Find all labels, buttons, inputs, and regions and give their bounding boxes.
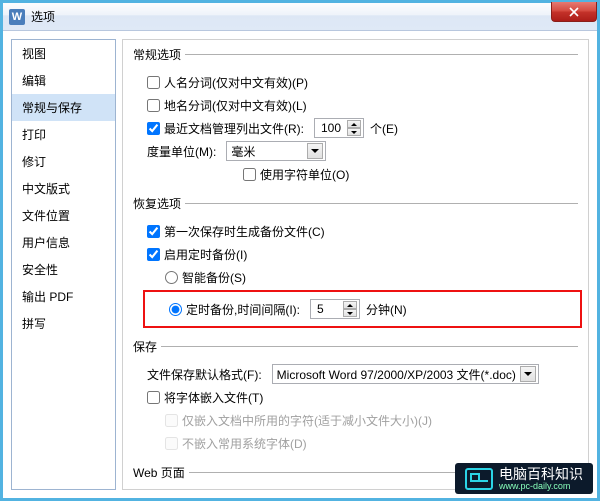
watermark-title: 电脑百科知识	[499, 467, 583, 482]
default-format-value: Microsoft Word 97/2000/XP/2003 文件(*.doc)	[277, 366, 516, 383]
client-area: 视图 编辑 常规与保存 打印 修订 中文版式 文件位置 用户信息 安全性 输出 …	[3, 31, 597, 498]
close-icon	[569, 7, 579, 17]
recent-docs-value: 100	[319, 121, 341, 135]
group-recovery-legend: 恢复选项	[133, 195, 185, 212]
monitor-icon	[465, 468, 493, 490]
unit-combo[interactable]: 毫米	[226, 141, 326, 161]
place-split-checkbox[interactable]	[147, 99, 160, 112]
spin-down-icon[interactable]	[343, 309, 357, 317]
only-used-fonts-label: 仅嵌入文档中所用的字符(适于减小文件大小)(J)	[182, 412, 432, 429]
place-split-label: 地名分词(仅对中文有效)(L)	[164, 97, 307, 114]
enable-timed-backup-label: 启用定时备份(I)	[164, 246, 247, 263]
name-split-checkbox[interactable]	[147, 76, 160, 89]
timed-interval-spinner[interactable]: 5	[310, 299, 360, 319]
spin-down-icon[interactable]	[347, 128, 361, 136]
watermark: 电脑百科知识 www.pc-daily.com	[455, 463, 593, 494]
chevron-down-icon[interactable]	[520, 366, 536, 382]
close-button[interactable]	[551, 2, 597, 22]
sidebar-item-general-save[interactable]: 常规与保存	[12, 94, 115, 121]
highlight-box: 定时备份,时间间隔(I): 5 分钟(N)	[143, 290, 582, 328]
spin-up-icon[interactable]	[343, 301, 357, 309]
window-title: 选项	[31, 8, 55, 25]
embed-fonts-checkbox[interactable]	[147, 391, 160, 404]
sidebar-item-file-location[interactable]: 文件位置	[12, 202, 115, 229]
default-format-combo[interactable]: Microsoft Word 97/2000/XP/2003 文件(*.doc)	[272, 364, 539, 384]
recent-docs-unit: 个(E)	[370, 120, 398, 137]
recent-docs-label: 最近文档管理列出文件(R):	[164, 120, 304, 137]
titlebar: W 选项	[3, 3, 597, 31]
group-general: 常规选项 人名分词(仅对中文有效)(P) 地名分词(仅对中文有效)(L) 最近文…	[133, 46, 578, 187]
main-panel: 常规选项 人名分词(仅对中文有效)(P) 地名分词(仅对中文有效)(L) 最近文…	[122, 39, 589, 490]
sidebar-item-chinese-layout[interactable]: 中文版式	[12, 175, 115, 202]
spin-up-icon[interactable]	[347, 120, 361, 128]
only-used-fonts-checkbox	[165, 414, 178, 427]
group-recovery: 恢复选项 第一次保存时生成备份文件(C) 启用定时备份(I) 智能备份(S) 定…	[133, 195, 578, 330]
timed-interval-unit: 分钟(N)	[366, 301, 407, 318]
no-system-fonts-checkbox	[165, 437, 178, 450]
sidebar-item-view[interactable]: 视图	[12, 40, 115, 67]
smart-backup-radio[interactable]	[165, 271, 178, 284]
app-icon: W	[9, 9, 25, 25]
enable-timed-backup-checkbox[interactable]	[147, 248, 160, 261]
recent-docs-checkbox[interactable]	[147, 122, 160, 135]
unit-label: 度量单位(M):	[147, 143, 216, 160]
sidebar: 视图 编辑 常规与保存 打印 修订 中文版式 文件位置 用户信息 安全性 输出 …	[11, 39, 116, 490]
sidebar-item-security[interactable]: 安全性	[12, 256, 115, 283]
recent-docs-spinner[interactable]: 100	[314, 118, 364, 138]
use-char-unit-checkbox[interactable]	[243, 168, 256, 181]
sidebar-item-revision[interactable]: 修订	[12, 148, 115, 175]
sidebar-item-print[interactable]: 打印	[12, 121, 115, 148]
timed-interval-value: 5	[315, 302, 324, 316]
no-system-fonts-label: 不嵌入常用系统字体(D)	[182, 435, 307, 452]
name-split-label: 人名分词(仅对中文有效)(P)	[164, 74, 308, 91]
group-save: 保存 文件保存默认格式(F): Microsoft Word 97/2000/X…	[133, 338, 578, 456]
embed-fonts-label: 将字体嵌入文件(T)	[164, 389, 263, 406]
sidebar-item-user-info[interactable]: 用户信息	[12, 229, 115, 256]
unit-value: 毫米	[231, 143, 303, 160]
use-char-unit-label: 使用字符单位(O)	[260, 166, 349, 183]
group-save-legend: 保存	[133, 338, 161, 355]
default-format-label: 文件保存默认格式(F):	[147, 366, 262, 383]
sidebar-item-output-pdf[interactable]: 输出 PDF	[12, 283, 115, 310]
first-save-backup-checkbox[interactable]	[147, 225, 160, 238]
timed-backup-label: 定时备份,时间间隔(I):	[186, 301, 300, 318]
timed-backup-radio[interactable]	[169, 303, 182, 316]
smart-backup-label: 智能备份(S)	[182, 269, 246, 286]
first-save-backup-label: 第一次保存时生成备份文件(C)	[164, 223, 325, 240]
watermark-url: www.pc-daily.com	[499, 482, 583, 492]
group-web-legend: Web 页面	[133, 464, 189, 481]
sidebar-item-edit[interactable]: 编辑	[12, 67, 115, 94]
group-general-legend: 常规选项	[133, 46, 185, 63]
sidebar-item-spelling[interactable]: 拼写	[12, 310, 115, 337]
chevron-down-icon[interactable]	[307, 143, 323, 159]
